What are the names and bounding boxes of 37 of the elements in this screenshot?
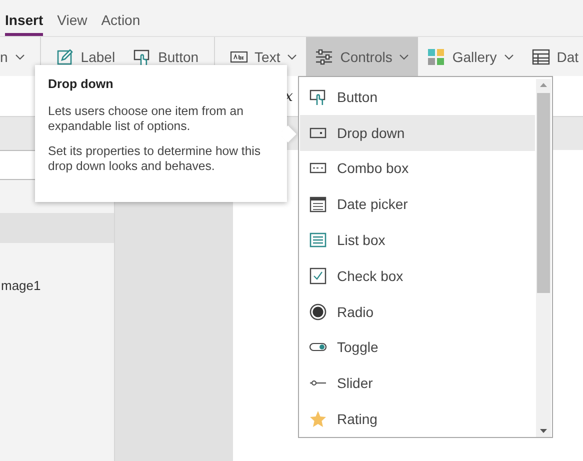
calendar-icon	[309, 195, 327, 214]
menu-item[interactable]: Toggle	[300, 330, 535, 366]
menu-item[interactable]: Drop down	[300, 114, 535, 151]
menu-item[interactable]: Combo box	[300, 150, 535, 186]
ribbon-button[interactable]: Button	[124, 37, 208, 76]
menu-item[interactable]: Rating	[300, 401, 535, 437]
button-icon	[309, 88, 327, 106]
ribbon-button[interactable]: Text	[220, 37, 306, 76]
tooltip-text: Lets users choose one item from an expandable list of options.	[48, 104, 244, 134]
menu-tab[interactable]: Insert	[5, 12, 44, 36]
tree-item[interactable]: mage1	[0, 278, 41, 293]
menu-item[interactable]: List box	[300, 222, 535, 258]
scrollbar[interactable]	[536, 79, 551, 437]
ribbon-button[interactable]: Controls	[306, 37, 418, 76]
menu-item[interactable]: Radio	[300, 294, 535, 330]
menu-tab[interactable]: View	[57, 12, 88, 36]
menu-item[interactable]: Date picker	[300, 186, 535, 222]
star-icon	[309, 410, 327, 428]
ribbon-button[interactable]: Label	[46, 37, 124, 76]
checkbox-icon	[309, 266, 327, 285]
sliders-icon	[315, 48, 334, 66]
slider-icon	[309, 380, 327, 386]
tooltip-text: Set its properties to determine how this drop down looks and behaves.	[48, 144, 262, 174]
menu-item[interactable]: Button	[300, 79, 535, 115]
menu-item[interactable]: Slider	[300, 365, 535, 402]
radio-icon	[309, 302, 327, 321]
menu-item[interactable]: Check box	[300, 258, 535, 294]
scroll-up-icon[interactable]	[540, 83, 547, 87]
table-icon	[532, 48, 550, 66]
ribbon-button[interactable]: Dat	[522, 37, 583, 76]
tiles-icon	[427, 48, 446, 66]
tooltip-title: Drop down	[48, 77, 114, 91]
scroll-down-icon[interactable]	[540, 429, 547, 433]
ribbon-button[interactable]: n	[0, 37, 34, 76]
ribbon-button[interactable]: Gallery	[418, 37, 523, 76]
menu-tab[interactable]: Action	[101, 12, 140, 36]
list-icon	[309, 231, 327, 250]
